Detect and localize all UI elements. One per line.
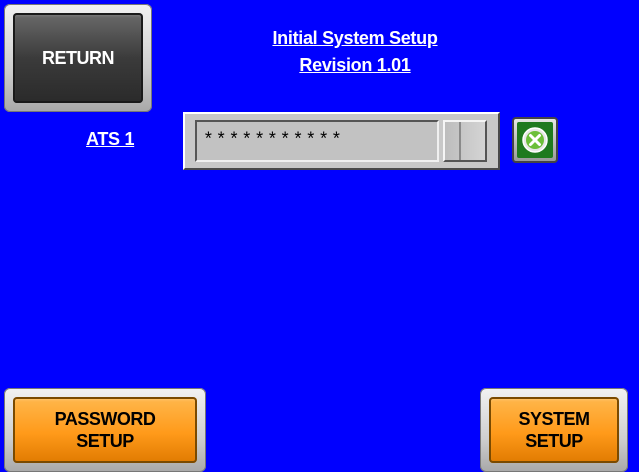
password-setup-button-face: PASSWORD SETUP — [13, 397, 197, 463]
return-button-face: RETURN — [13, 13, 143, 103]
password-setup-label-line1: PASSWORD — [54, 408, 156, 429]
ats-password-input[interactable]: *********** — [195, 120, 439, 162]
ats-label: ATS 1 — [86, 129, 135, 149]
hmi-screen: RETURN Initial System Setup Revision 1.0… — [0, 0, 639, 472]
ats-password-field-cap — [443, 120, 487, 162]
field-cap-divider — [459, 122, 461, 160]
page-title-line1: Initial System Setup — [272, 28, 438, 48]
close-circle-icon — [517, 122, 553, 158]
clear-password-button[interactable] — [512, 117, 558, 163]
password-setup-label-line2: SETUP — [76, 431, 134, 451]
page-title: Initial System Setup Revision 1.01 — [200, 25, 510, 79]
password-setup-button[interactable]: PASSWORD SETUP — [4, 388, 206, 472]
system-setup-button-face: SYSTEM SETUP — [489, 397, 619, 463]
ats-password-field[interactable]: *********** — [183, 112, 500, 170]
system-setup-label-line1: SYSTEM — [518, 408, 590, 429]
return-button-label: RETURN — [42, 47, 115, 68]
page-title-line2: Revision 1.01 — [299, 55, 411, 75]
return-button[interactable]: RETURN — [4, 4, 152, 112]
system-setup-label-line2: SETUP — [525, 431, 583, 451]
system-setup-button[interactable]: SYSTEM SETUP — [480, 388, 628, 472]
